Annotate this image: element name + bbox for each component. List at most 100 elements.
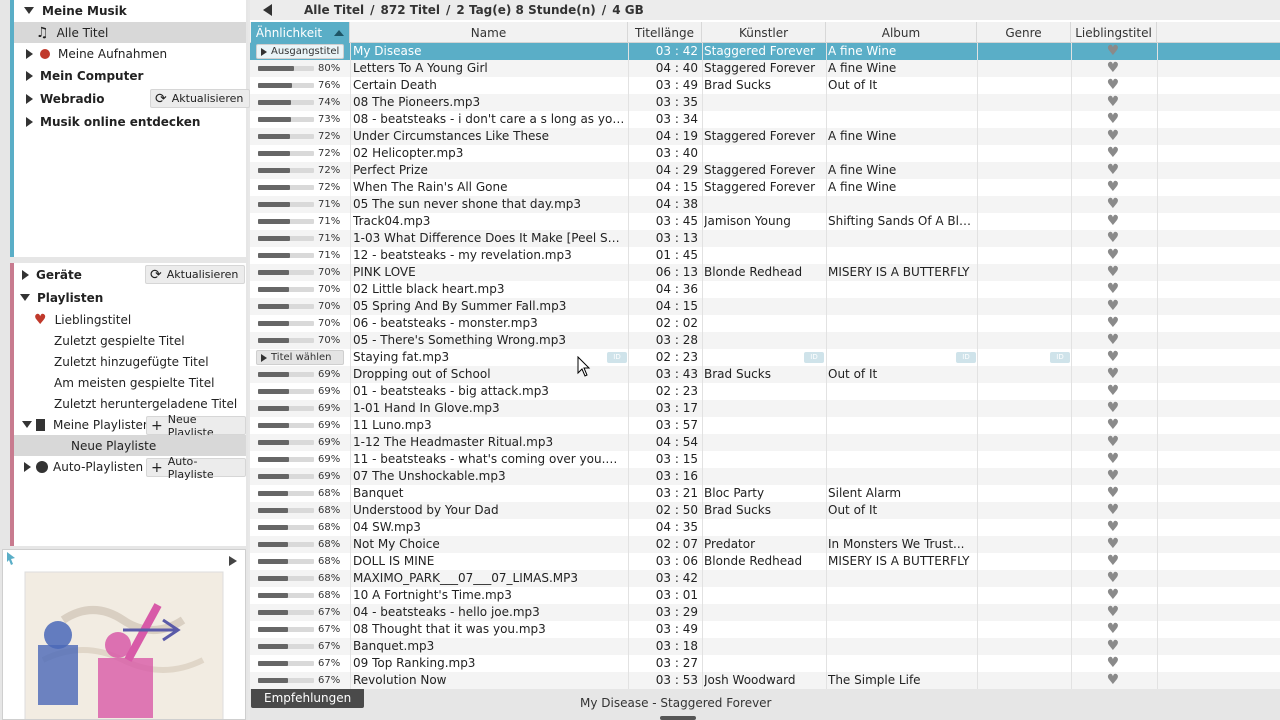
heart-icon[interactable]: ♥ [1105, 384, 1121, 399]
collapse-arrow-icon[interactable] [24, 461, 31, 472]
heart-icon[interactable]: ♥ [1105, 95, 1121, 110]
new-playlist-button[interactable]: + Neue Playliste [146, 413, 246, 439]
table-row[interactable]: 80% Letters To A Young Girl 04 : 40 Stagger… [250, 60, 1280, 77]
heart-icon[interactable]: ♥ [1105, 673, 1121, 688]
table-row[interactable]: 69% Dropping out of School 03 : 43 Brad Suc… [250, 366, 1280, 383]
table-row[interactable]: 70% 05 - There's Something Wrong.mp3 03 : … [250, 332, 1280, 349]
table-row[interactable]: 68% Banquet 03 : 21 Bloc Party Silent Alarm ♥ [250, 485, 1280, 502]
heart-icon[interactable]: ♥ [1105, 180, 1121, 195]
table-row[interactable]: 73% 08 - beatsteaks - i don't care a s lo… [250, 111, 1280, 128]
heart-icon[interactable]: ♥ [1105, 214, 1121, 229]
heart-icon[interactable]: ♥ [1105, 333, 1121, 348]
heart-icon[interactable]: ♥ [1105, 78, 1121, 93]
table-row[interactable]: 68% 04 SW.mp3 04 : 35 ♥ [250, 519, 1280, 536]
heart-icon[interactable]: ♥ [1105, 452, 1121, 467]
column-length[interactable]: Titellänge [628, 22, 702, 43]
table-row[interactable]: 74% 08 The Pioneers.mp3 03 : 35 ♥ [250, 94, 1280, 111]
heart-icon[interactable]: ♥ [1105, 503, 1121, 518]
table-row[interactable]: 68% Not My Choice 02 : 07 Predator In Monste… [250, 536, 1280, 553]
heart-icon[interactable]: ♥ [1105, 265, 1121, 280]
table-row[interactable]: 70% 05 Spring And By Summer Fall.mp3 04 : … [250, 298, 1280, 315]
table-row[interactable]: Ausgangstitel My Disease 03 : 42 Staggered … [250, 43, 1280, 60]
playlist-new-playlist[interactable]: Neue Playliste [14, 435, 246, 456]
choose-title-button[interactable]: Titel wählen [256, 350, 344, 365]
breadcrumb-all-titles[interactable]: Alle Titel [304, 3, 364, 17]
table-row[interactable]: 71% 1-03 What Difference Does It Make [Pe… [250, 230, 1280, 247]
heart-icon[interactable]: ♥ [1105, 112, 1121, 127]
progress-slider[interactable] [660, 716, 696, 720]
tag-edit-icon[interactable]: ID [804, 352, 824, 363]
table-row[interactable]: 69% 11 Luno.mp3 03 : 57 ♥ [250, 417, 1280, 434]
heart-icon[interactable]: ♥ [1105, 435, 1121, 450]
column-similarity[interactable]: Ähnlichkeit [251, 22, 350, 43]
table-row[interactable]: 67% 08 Thought that it was you.mp3 03 : 49… [250, 621, 1280, 638]
heart-icon[interactable]: ♥ [1105, 231, 1121, 246]
heart-icon[interactable]: ♥ [1105, 316, 1121, 331]
collapse-arrow-icon[interactable] [26, 48, 33, 59]
heart-icon[interactable]: ♥ [1105, 622, 1121, 637]
heart-icon[interactable]: ♥ [1105, 571, 1121, 586]
playlist-last-downloaded[interactable]: Zuletzt heruntergeladene Titel [14, 393, 246, 414]
table-row[interactable]: 76% Certain Death 03 : 49 Brad Sucks Out of … [250, 77, 1280, 94]
column-name[interactable]: Name [350, 22, 628, 43]
table-row[interactable]: Titel wählen Staying fat.mp3 02 : 23 ID ID ID… [250, 349, 1280, 366]
table-row[interactable]: 72% Under Circumstances Like These 04 : 19… [250, 128, 1280, 145]
expand-arrow-icon[interactable] [24, 7, 34, 14]
heart-icon[interactable]: ♥ [1105, 350, 1121, 365]
table-row[interactable]: 68% DOLL IS MINE 03 : 06 Blonde Redhead MISE… [250, 553, 1280, 570]
heart-icon[interactable]: ♥ [1105, 146, 1121, 161]
source-title-button[interactable]: Ausgangstitel [256, 44, 344, 59]
table-row[interactable]: 72% 02 Helicopter.mp3 03 : 40 ♥ [250, 145, 1280, 162]
expand-arrow-icon[interactable] [20, 294, 30, 301]
collapse-arrow-icon[interactable] [22, 269, 29, 280]
heart-icon[interactable]: ♥ [1105, 537, 1121, 552]
heart-icon[interactable]: ♥ [1105, 588, 1121, 603]
auto-playlist-button[interactable]: + Auto-Playliste [146, 455, 246, 481]
heart-icon[interactable]: ♥ [1105, 282, 1121, 297]
heart-icon[interactable]: ♥ [1105, 299, 1121, 314]
heart-icon[interactable]: ♥ [1105, 44, 1121, 59]
playlist-most-played[interactable]: Am meisten gespielte Titel [14, 372, 246, 393]
column-album[interactable]: Album [826, 22, 977, 43]
table-row[interactable]: 71% 05 The sun never shone that day.mp3 04… [250, 196, 1280, 213]
table-row[interactable]: 68% 10 A Fortnight's Time.mp3 03 : 01 ♥ [250, 587, 1280, 604]
table-row[interactable]: 70% PINK LOVE 06 : 13 Blonde Redhead MISERY … [250, 264, 1280, 281]
table-row[interactable]: 69% 01 - beatsteaks - big attack.mp3 02 : … [250, 383, 1280, 400]
playlist-last-played[interactable]: Zuletzt gespielte Titel [14, 330, 246, 351]
recommendations-tab[interactable]: Empfehlungen [251, 689, 365, 708]
tag-edit-icon[interactable]: ID [607, 352, 627, 363]
collapse-arrow-icon[interactable] [26, 93, 33, 104]
column-genre[interactable]: Genre [977, 22, 1071, 43]
heart-icon[interactable]: ♥ [1105, 248, 1121, 263]
table-row[interactable]: 72% Perfect Prize 04 : 29 Staggered Forever… [250, 162, 1280, 179]
heart-icon[interactable]: ♥ [1105, 61, 1121, 76]
playlist-favorites[interactable]: ♥ Lieblingstitel [14, 309, 246, 330]
table-row[interactable]: 69% 1-01 Hand In Glove.mp3 03 : 17 ♥ [250, 400, 1280, 417]
heart-icon[interactable]: ♥ [1105, 486, 1121, 501]
heart-icon[interactable]: ♥ [1105, 520, 1121, 535]
webradio-refresh-button[interactable]: ⟳ Aktualisieren [150, 89, 251, 108]
table-row[interactable]: 71% Track04.mp3 03 : 45 Jamison Young Shifti… [250, 213, 1280, 230]
tree-my-music[interactable]: Meine Musik [14, 0, 246, 21]
table-row[interactable]: 67% Banquet.mp3 03 : 18 ♥ [250, 638, 1280, 655]
heart-icon[interactable]: ♥ [1105, 129, 1121, 144]
tree-playlists[interactable]: Playlisten [14, 287, 246, 308]
heart-icon[interactable]: ♥ [1105, 401, 1121, 416]
table-row[interactable]: 70% 06 - beatsteaks - monster.mp3 02 : 02 ♥ [250, 315, 1280, 332]
tree-all-titles[interactable]: ♫ Alle Titel [14, 22, 246, 43]
heart-icon[interactable]: ♥ [1105, 656, 1121, 671]
tree-recordings[interactable]: Meine Aufnahmen [14, 43, 246, 64]
play-icon[interactable] [229, 556, 237, 566]
playlist-last-added[interactable]: Zuletzt hinzugefügte Titel [14, 351, 246, 372]
tag-edit-icon[interactable]: ID [1050, 352, 1070, 363]
table-row[interactable]: 68% MAXIMO_PARK___07___07_LIMAS.MP3 03 : 4… [250, 570, 1280, 587]
table-row[interactable]: 69% 1-12 The Headmaster Ritual.mp3 04 : 54… [250, 434, 1280, 451]
collapse-arrow-icon[interactable] [26, 116, 33, 127]
heart-icon[interactable]: ♥ [1105, 197, 1121, 212]
heart-icon[interactable]: ♥ [1105, 605, 1121, 620]
heart-icon[interactable]: ♥ [1105, 163, 1121, 178]
collapse-arrow-icon[interactable] [26, 70, 33, 81]
table-row[interactable]: 69% 07 The Unshockable.mp3 03 : 16 ♥ [250, 468, 1280, 485]
expand-arrow-icon[interactable] [22, 421, 32, 428]
tag-edit-icon[interactable]: ID [956, 352, 976, 363]
